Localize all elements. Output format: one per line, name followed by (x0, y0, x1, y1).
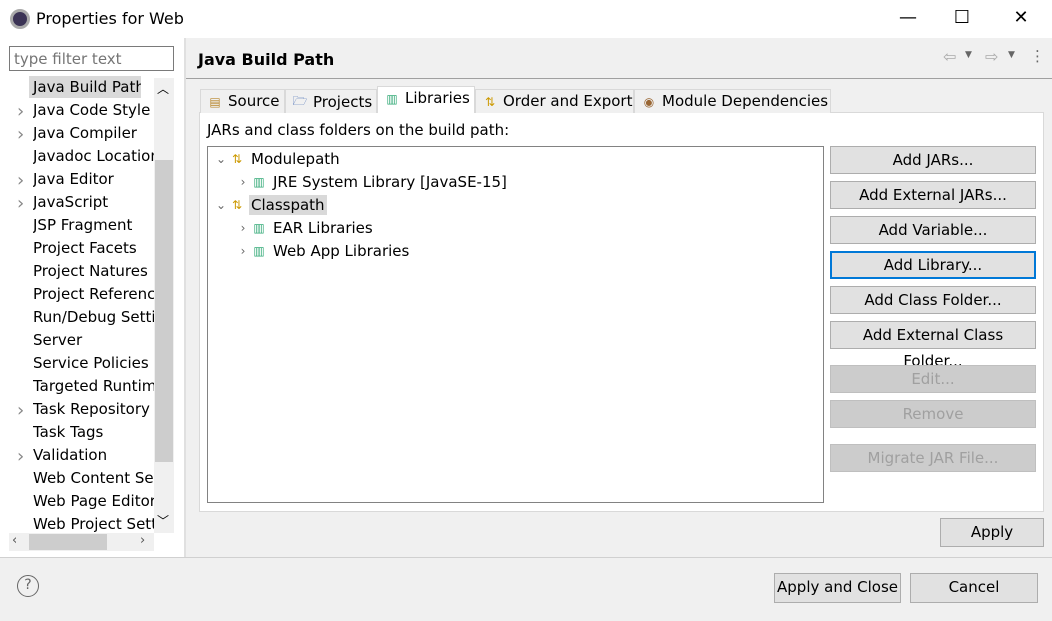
apply-and-close-button[interactable]: Apply and Close (774, 573, 901, 603)
library-icon: ▥ (386, 91, 398, 106)
source-folder-icon: ▤ (209, 94, 221, 109)
view-menu-icon[interactable]: ⋮ (1030, 47, 1045, 65)
expand-chevron-icon[interactable]: › (17, 101, 24, 122)
close-button[interactable]: ✕ (1011, 8, 1031, 28)
tree-label: Modulepath (251, 150, 340, 168)
remove-button[interactable]: Remove (830, 400, 1036, 428)
expand-chevron-icon[interactable]: › (17, 446, 24, 467)
nav-item[interactable]: Javadoc Location (33, 145, 154, 167)
nav-item[interactable]: Targeted Runtimes (33, 375, 154, 397)
forward-icon[interactable]: ⇨ (985, 47, 998, 66)
chevron-right-icon[interactable]: › (235, 217, 251, 240)
module-icon: ◉ (643, 94, 655, 109)
expand-chevron-icon[interactable]: › (17, 124, 24, 145)
scroll-up-icon[interactable]: ︿ (157, 80, 169, 97)
eclipse-app-icon (10, 9, 30, 29)
tree-row[interactable]: › ▥ Web App Libraries (208, 240, 823, 263)
help-icon[interactable]: ? (17, 575, 39, 597)
chevron-right-icon[interactable]: › (235, 171, 251, 194)
add-class-folder-button[interactable]: Add Class Folder... (830, 286, 1036, 314)
nav-item[interactable]: Web Project Settings (33, 513, 154, 535)
forward-dropdown-icon[interactable]: ▼ (1008, 50, 1015, 60)
nav-item[interactable]: Task Tags (33, 421, 154, 443)
library-icon: ▥ (253, 175, 265, 189)
add-jars-button[interactable]: Add JARs... (830, 146, 1036, 174)
apply-button[interactable]: Apply (940, 518, 1044, 547)
tree-label: Classpath (249, 195, 327, 215)
nav-item[interactable]: Task Repository (33, 398, 154, 420)
tree-row[interactable]: ⌄ ⇅ Classpath (208, 194, 823, 217)
back-icon[interactable]: ⇦ (943, 47, 956, 66)
nav-item[interactable]: Validation (33, 444, 154, 466)
minimize-button[interactable]: — (898, 8, 918, 28)
nav-item[interactable]: Web Content Settings (33, 467, 154, 489)
tab-label: Projects (313, 93, 373, 111)
nav-item[interactable]: Java Compiler (33, 122, 154, 144)
tab-label: Module Dependencies (662, 92, 829, 110)
cancel-button[interactable]: Cancel (910, 573, 1038, 603)
tab-source[interactable]: ▤ Source (200, 89, 285, 113)
tab-label: Source (228, 92, 280, 110)
add-variable-button[interactable]: Add Variable... (830, 216, 1036, 244)
tab-module-dependencies[interactable]: ◉ Module Dependencies (634, 89, 831, 113)
nav-item[interactable]: Project Natures (33, 260, 154, 282)
nav-item[interactable]: Java Build Path (29, 76, 141, 98)
expand-chevron-icon[interactable]: › (17, 170, 24, 191)
back-dropdown-icon[interactable]: ▼ (965, 50, 972, 60)
chevron-right-icon[interactable]: › (235, 240, 251, 263)
add-external-jars-button[interactable]: Add External JARs... (830, 181, 1036, 209)
tab-libraries[interactable]: ▥ Libraries (377, 86, 475, 113)
path-icon: ⇅ (231, 152, 243, 166)
filter-input[interactable] (9, 46, 174, 71)
add-library-button[interactable]: Add Library... (830, 251, 1036, 279)
nav-item[interactable]: Web Page Editor (33, 490, 154, 512)
tree-row[interactable]: › ▥ JRE System Library [JavaSE-15] (208, 171, 823, 194)
tree-row[interactable]: › ▥ EAR Libraries (208, 217, 823, 240)
nav-item[interactable]: JavaScript (33, 191, 154, 213)
expand-chevron-icon[interactable]: › (17, 400, 24, 421)
nav-item[interactable]: Project Facets (33, 237, 154, 259)
tab-label: Libraries (405, 89, 470, 107)
chevron-down-icon[interactable]: ⌄ (213, 194, 229, 217)
tree-label: JRE System Library [JavaSE-15] (273, 173, 507, 191)
libraries-caption: JARs and class folders on the build path… (207, 121, 510, 139)
page-title: Java Build Path (198, 50, 335, 69)
projects-folder-icon: 🗁 (292, 94, 308, 108)
maximize-button[interactable]: ☐ (952, 8, 972, 28)
nav-scroll-thumb[interactable] (155, 160, 173, 462)
library-icon: ▥ (253, 221, 265, 235)
order-icon: ⇅ (484, 94, 496, 109)
scroll-left-icon[interactable]: ‹ (12, 533, 17, 548)
add-external-class-folder-button[interactable]: Add External Class Folder... (830, 321, 1036, 370)
nav-item[interactable]: Service Policies (33, 352, 154, 374)
library-icon: ▥ (253, 244, 265, 258)
tab-label: Order and Export (503, 92, 633, 110)
nav-item[interactable]: Server (33, 329, 154, 351)
nav-item[interactable]: Java Code Style (33, 99, 154, 121)
build-path-tree[interactable]: ⌄ ⇅ Modulepath › ▥ JRE System Library [JavaSE… (207, 146, 824, 503)
chevron-down-icon[interactable]: ⌄ (213, 148, 229, 171)
migrate-jar-file-button[interactable]: Migrate JAR File... (830, 444, 1036, 472)
window-title: Properties for Web (36, 9, 184, 28)
tree-row[interactable]: ⌄ ⇅ Modulepath (208, 148, 823, 171)
scroll-down-icon[interactable]: ﹀ (157, 512, 169, 529)
tree-label: Web App Libraries (273, 242, 410, 260)
nav-hscroll-thumb[interactable] (29, 534, 107, 550)
nav-item[interactable]: Project References (33, 283, 154, 305)
edit-button[interactable]: Edit... (830, 365, 1036, 393)
scroll-right-icon[interactable]: › (140, 533, 145, 548)
tab-projects[interactable]: 🗁 Projects (285, 89, 377, 113)
nav-item[interactable]: Run/Debug Settings (33, 306, 154, 328)
tab-order-and-export[interactable]: ⇅ Order and Export (475, 89, 634, 113)
tree-label: EAR Libraries (273, 219, 373, 237)
path-icon: ⇅ (231, 198, 243, 212)
nav-item[interactable]: Java Editor (33, 168, 154, 190)
expand-chevron-icon[interactable]: › (17, 193, 24, 214)
nav-item[interactable]: JSP Fragment (33, 214, 154, 236)
